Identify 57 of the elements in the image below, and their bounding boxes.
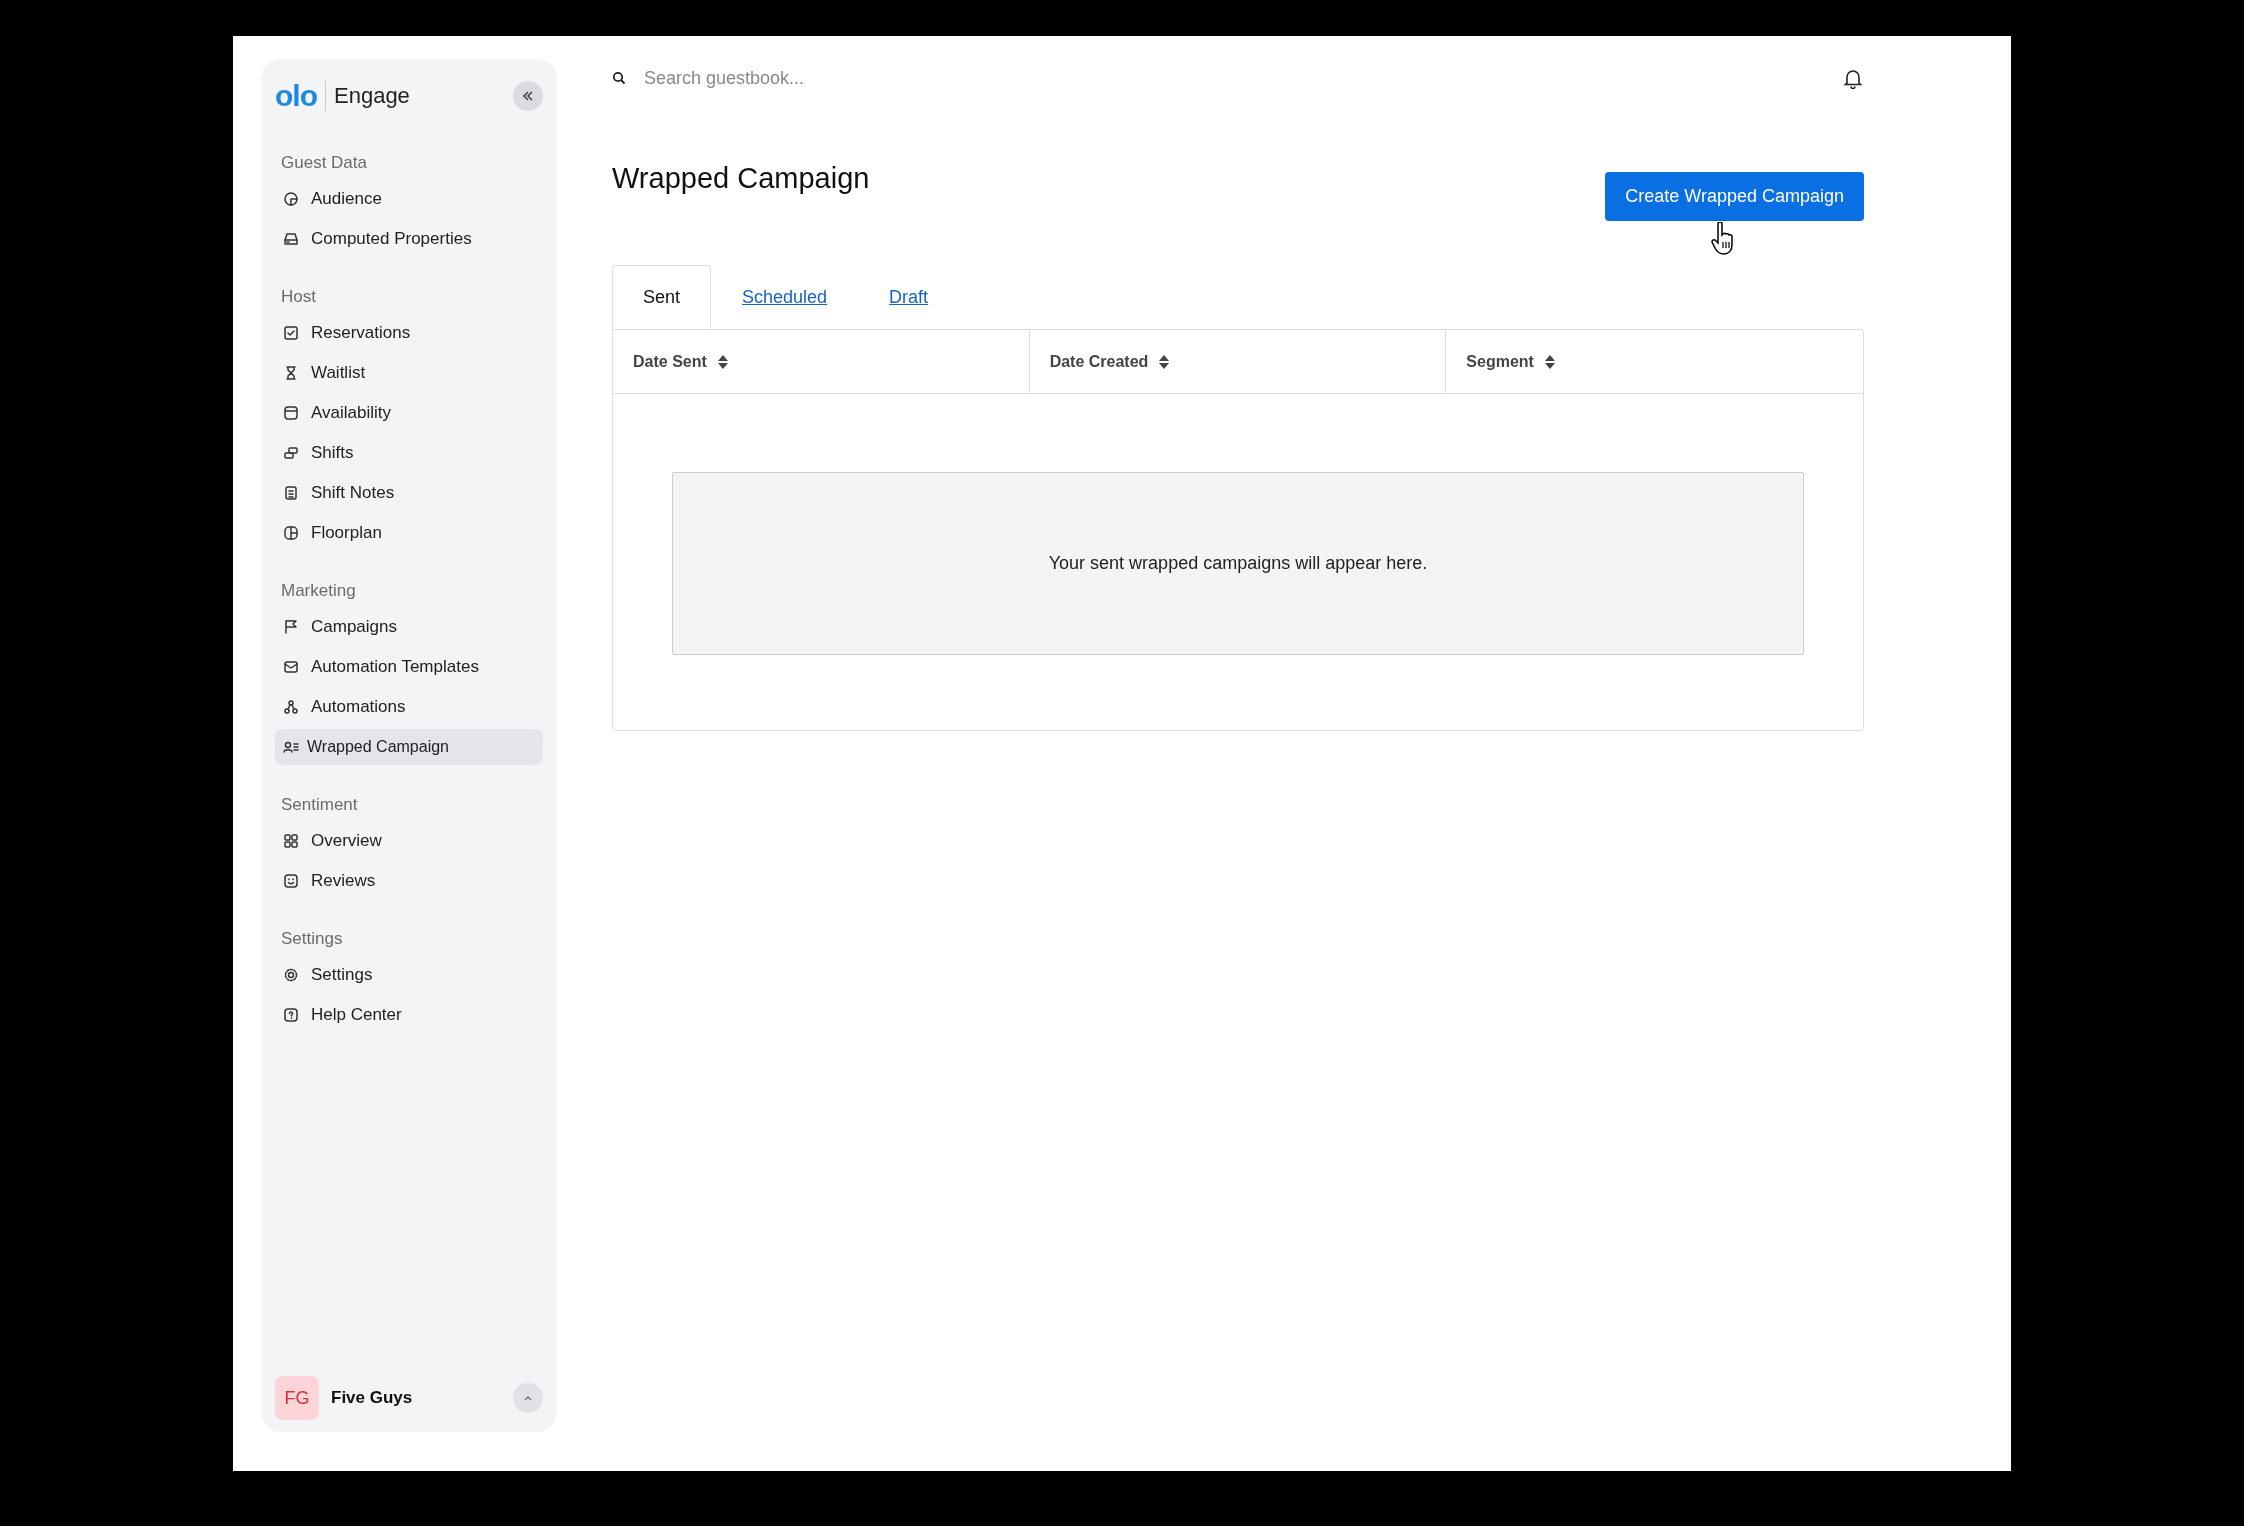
section-heading: Marketing (281, 581, 357, 601)
sidebar-item[interactable]: Overview (275, 823, 543, 859)
drive-icon (283, 231, 299, 247)
sort-icon (1158, 353, 1171, 370)
sidebar-item[interactable]: Shifts (275, 435, 543, 471)
sidebar-item[interactable]: Reviews (275, 863, 543, 899)
box-icon (283, 405, 299, 421)
gear-icon (283, 967, 299, 983)
tab[interactable]: Sent (612, 265, 712, 329)
brand-name: Engage (334, 83, 410, 109)
sidebar-item[interactable]: Automation Templates (275, 649, 543, 685)
sidebar-item[interactable]: Help Center (275, 997, 543, 1033)
section-heading: Host (281, 287, 317, 307)
floorplan-icon (283, 525, 299, 541)
tab[interactable]: Scheduled (711, 265, 859, 329)
user-list-icon (283, 739, 299, 755)
account-name: Five Guys (331, 1388, 413, 1408)
section-heading: Settings (281, 929, 344, 949)
section-heading: Guest Data (281, 153, 368, 173)
sidebar-item[interactable]: Waitlist (275, 355, 543, 391)
hourglass-icon (283, 365, 299, 381)
sidebar-item[interactable]: Computed Properties (275, 221, 543, 257)
flag-icon (283, 619, 299, 635)
sidebar-item[interactable]: Availability (275, 395, 543, 431)
double-chevron-icon (521, 89, 535, 103)
sidebar-item[interactable]: Wrapped Campaign (275, 729, 543, 765)
page-title: Wrapped Campaign (612, 162, 870, 195)
sidebar-item[interactable]: Reservations (275, 315, 543, 351)
bell-icon[interactable] (1842, 67, 1864, 89)
sidebar-item[interactable]: Campaigns (275, 609, 543, 645)
section-heading: Sentiment (281, 795, 359, 815)
create-button[interactable]: Create Wrapped Campaign (1605, 172, 1864, 221)
sidebar-item[interactable]: Automations (275, 689, 543, 725)
sidebar-item[interactable]: Audience (275, 181, 543, 217)
column-header[interactable]: Date Created (1049, 352, 1171, 371)
mail-icon (283, 659, 299, 675)
sidebar-item[interactable]: Shift Notes (275, 475, 543, 511)
search-field[interactable]: Search guestbook... (642, 66, 1046, 90)
tab[interactable]: Draft (858, 265, 960, 329)
search-icon (612, 71, 626, 85)
smile-icon (283, 873, 299, 889)
sidebar-item[interactable]: Floorplan (275, 515, 543, 551)
grid-icon (283, 833, 299, 849)
logo: olo (275, 79, 317, 113)
sort-icon (716, 353, 729, 370)
calendar-check-icon (283, 325, 299, 341)
help-icon (283, 1007, 299, 1023)
sort-icon (1543, 353, 1556, 370)
collapse-button[interactable] (513, 81, 543, 111)
avatar: FG (275, 1376, 319, 1420)
column-header[interactable]: Segment (1466, 352, 1556, 371)
notes-icon (283, 485, 299, 501)
empty-message: Your sent wrapped campaigns will appear here. (1048, 553, 1428, 574)
sidebar-item[interactable]: Settings (275, 957, 543, 993)
nodes-icon (283, 699, 299, 715)
column-header[interactable]: Date Sent (633, 352, 729, 371)
stack-icon (283, 445, 299, 461)
